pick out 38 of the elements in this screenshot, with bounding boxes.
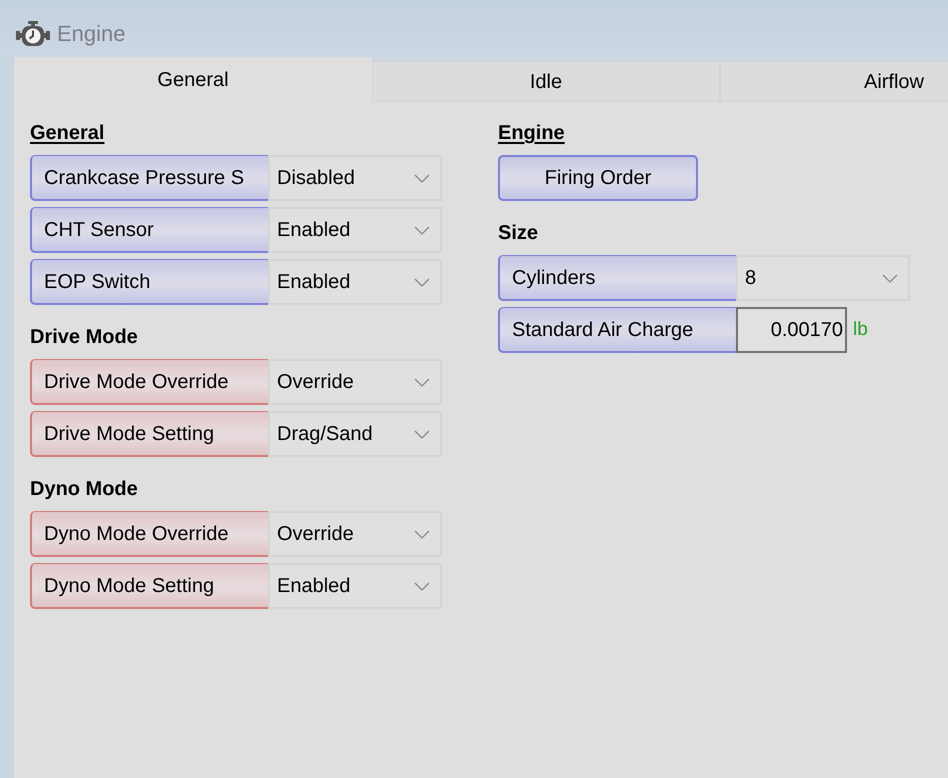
number-field[interactable]: 0.00170 <box>736 307 847 353</box>
chevron-down-icon <box>414 582 430 590</box>
firing-order-button[interactable]: Firing Order <box>498 155 698 201</box>
engine-icon <box>16 20 50 46</box>
chevron-down-icon <box>414 378 430 386</box>
dropdown[interactable]: Enabled <box>268 563 442 609</box>
dropdown[interactable]: Override <box>268 511 442 557</box>
dropdown[interactable]: Drag/Sand <box>268 411 442 457</box>
window-title: Engine <box>57 22 126 44</box>
chevron-down-icon <box>414 174 430 182</box>
unit-label: lb <box>853 318 868 342</box>
setting-label: EOP Switch <box>30 259 268 305</box>
dropdown[interactable]: Enabled <box>268 259 442 305</box>
chevron-down-icon <box>414 226 430 234</box>
section-heading: Engine <box>498 121 565 145</box>
setting-label: Crankcase Pressure S <box>30 155 268 201</box>
section-heading: Dyno Mode <box>30 477 138 501</box>
setting-label: Drive Mode Setting <box>30 411 268 457</box>
setting-label: Standard Air Charge <box>498 307 736 353</box>
dropdown[interactable]: Disabled <box>268 155 442 201</box>
chevron-down-icon <box>414 530 430 538</box>
setting-label: Drive Mode Override <box>30 359 268 405</box>
setting-label: Dyno Mode Override <box>30 511 268 557</box>
section-heading: Size <box>498 221 538 245</box>
setting-label: Cylinders <box>498 255 736 301</box>
setting-label: CHT Sensor <box>30 207 268 253</box>
tab[interactable]: Airflow <box>720 61 948 102</box>
section-heading: General <box>30 121 104 145</box>
tab[interactable]: Idle <box>372 61 720 102</box>
dropdown[interactable]: 8 <box>736 255 910 301</box>
tab[interactable]: General <box>14 57 372 102</box>
dropdown[interactable]: Enabled <box>268 207 442 253</box>
setting-label: Dyno Mode Setting <box>30 563 268 609</box>
chevron-down-icon <box>414 278 430 286</box>
dropdown[interactable]: Override <box>268 359 442 405</box>
chevron-down-icon <box>882 274 898 282</box>
section-heading: Drive Mode <box>30 325 138 349</box>
chevron-down-icon <box>414 430 430 438</box>
